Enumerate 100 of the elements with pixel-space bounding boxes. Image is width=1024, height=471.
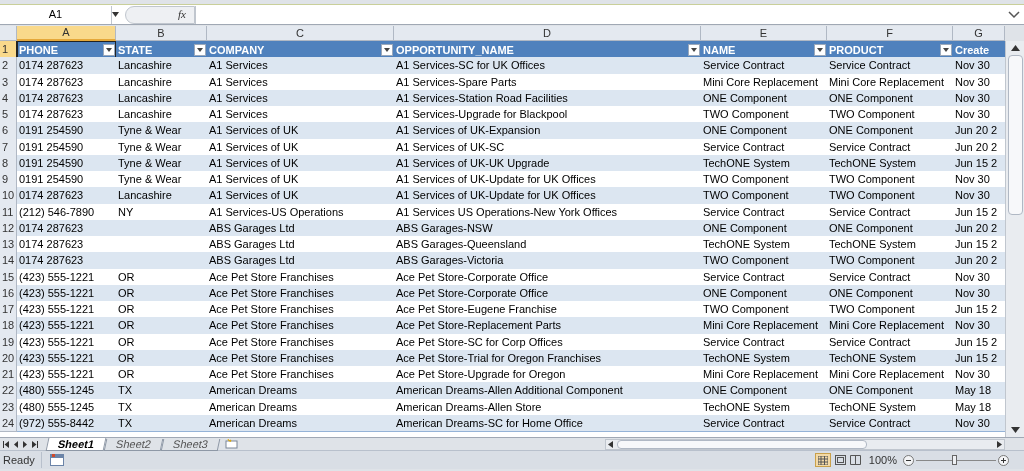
grid-icon bbox=[817, 455, 828, 465]
table-cell: May 18 bbox=[953, 382, 1005, 400]
zoom-level[interactable]: 100% bbox=[868, 451, 897, 469]
table-cell: Lancashire bbox=[116, 57, 207, 75]
table-cell: A1 Services-SC for UK Offices bbox=[394, 57, 701, 75]
scroll-left-icon[interactable] bbox=[608, 440, 613, 448]
table-cell: Nov 30 bbox=[953, 57, 1005, 75]
zoom-in-icon[interactable] bbox=[998, 454, 1009, 466]
row-header[interactable]: 14 bbox=[0, 252, 17, 270]
caret-icon bbox=[197, 47, 203, 52]
scroll-down-icon[interactable] bbox=[1010, 427, 1020, 433]
filter-dropdown-button[interactable] bbox=[940, 43, 952, 56]
row-header[interactable]: 10 bbox=[0, 187, 17, 205]
table-cell: 0174 287623 bbox=[17, 187, 116, 205]
filter-dropdown-button[interactable] bbox=[688, 43, 700, 56]
scroll-thumb[interactable] bbox=[1007, 55, 1023, 215]
table-cell: 0174 287623 bbox=[17, 57, 116, 75]
last-sheet-icon[interactable] bbox=[32, 440, 38, 448]
table-cell: ONE Component bbox=[827, 382, 953, 400]
next-sheet-icon[interactable] bbox=[23, 440, 27, 448]
table-cell: (423) 555-1221 bbox=[17, 317, 116, 335]
sheet-tab[interactable]: Sheet2 bbox=[103, 438, 164, 451]
zoom-slider-thumb[interactable] bbox=[952, 454, 958, 465]
scroll-up-icon[interactable] bbox=[1010, 45, 1020, 51]
row-header[interactable]: 6 bbox=[0, 122, 17, 140]
table-cell: Service Contract bbox=[827, 57, 953, 75]
column-title: OPPORTUNITY_NAME bbox=[396, 42, 514, 58]
table-cell: TWO Component bbox=[827, 252, 953, 270]
table-cell: TX bbox=[116, 382, 207, 400]
table-cell: OR bbox=[116, 317, 207, 335]
row-header[interactable]: 22 bbox=[0, 382, 17, 400]
filter-dropdown-button[interactable] bbox=[103, 43, 115, 56]
table-cell: 0191 254590 bbox=[17, 122, 116, 140]
sheet-tab[interactable]: Sheet1 bbox=[45, 437, 107, 451]
column-title: Create bbox=[955, 42, 990, 58]
caret-icon bbox=[691, 47, 697, 52]
column-header[interactable]: C bbox=[207, 26, 394, 41]
table-cell: A1 Services of UK bbox=[207, 122, 394, 140]
table-cell: ONE Component bbox=[827, 122, 953, 140]
table-cell: ONE Component bbox=[701, 122, 827, 140]
table-cell: Lancashire bbox=[116, 187, 207, 205]
previous-sheet-icon[interactable] bbox=[14, 440, 18, 448]
table-cell: (480) 555-1245 bbox=[17, 382, 116, 400]
table-cell: Nov 30 bbox=[953, 187, 1005, 205]
row-header[interactable]: 2 bbox=[0, 57, 17, 75]
table-cell: Jun 20 2 bbox=[953, 122, 1005, 140]
page-layout-icon[interactable] bbox=[834, 455, 846, 465]
column-title: NAME bbox=[703, 42, 736, 58]
table-cell: A1 Services bbox=[207, 57, 394, 75]
column-header[interactable]: B bbox=[116, 26, 207, 41]
table-cell: A1 Services of UK-Update for UK Offices bbox=[394, 187, 701, 205]
table-cell: ONE Component bbox=[701, 382, 827, 400]
status-text: Ready bbox=[3, 451, 42, 469]
table-cell: 0174 287623 bbox=[17, 252, 116, 270]
table-cell: ABS Garages Ltd bbox=[207, 252, 394, 270]
table-cell: Service Contract bbox=[701, 57, 827, 75]
page-break-icon[interactable] bbox=[849, 455, 861, 465]
table-cell: TWO Component bbox=[827, 187, 953, 205]
normal-view-button[interactable] bbox=[814, 453, 831, 467]
caret-icon bbox=[943, 47, 949, 52]
table-cell: American Dreams bbox=[207, 382, 394, 400]
column-header[interactable]: A bbox=[17, 26, 116, 41]
caret-icon bbox=[384, 47, 390, 52]
caret-icon bbox=[817, 47, 823, 52]
filter-dropdown-button[interactable] bbox=[814, 43, 826, 56]
column-header[interactable]: D bbox=[394, 26, 701, 41]
column-title: COMPANY bbox=[209, 42, 265, 58]
column-header[interactable]: F bbox=[827, 26, 953, 41]
scroll-right-icon[interactable] bbox=[997, 440, 1002, 448]
table-cell: Mini Core Replacement bbox=[827, 317, 953, 335]
table-cell: A1 Services of UK bbox=[207, 187, 394, 205]
zoom-out-icon[interactable] bbox=[903, 454, 914, 466]
filter-dropdown-button[interactable] bbox=[381, 43, 393, 56]
table-cell: Nov 30 bbox=[953, 317, 1005, 335]
dropdown-icon[interactable] bbox=[112, 12, 119, 17]
table-cell: Tyne & Wear bbox=[116, 122, 207, 140]
name-box[interactable]: A1 bbox=[0, 5, 112, 24]
row-header[interactable]: 18 bbox=[0, 317, 17, 335]
table-cell: TWO Component bbox=[701, 187, 827, 205]
horizontal-scrollbar[interactable] bbox=[605, 438, 1005, 450]
caret-icon bbox=[106, 47, 112, 52]
table-cell: Mini Core Replacement bbox=[701, 317, 827, 335]
column-header[interactable]: E bbox=[701, 26, 827, 41]
first-sheet-icon[interactable] bbox=[3, 440, 9, 448]
filter-dropdown-button[interactable] bbox=[194, 43, 206, 56]
table-cell: Jun 20 2 bbox=[953, 252, 1005, 270]
column-title: PRODUCT bbox=[829, 42, 884, 58]
column-title: PHONE bbox=[19, 42, 59, 58]
column-header[interactable]: G bbox=[953, 26, 1005, 41]
expand-icon[interactable] bbox=[1008, 10, 1020, 19]
vertical-scrollbar[interactable] bbox=[1005, 41, 1024, 437]
table-cell: A1 Services of UK-Expansion bbox=[394, 122, 701, 140]
macro-record-icon[interactable] bbox=[49, 454, 64, 466]
column-title: STATE bbox=[118, 42, 153, 58]
table-cell: Ace Pet Store-Replacement Parts bbox=[394, 317, 701, 335]
table-cell: TWO Component bbox=[701, 252, 827, 270]
sheet-tab[interactable]: Sheet3 bbox=[160, 438, 221, 451]
scroll-thumb[interactable] bbox=[617, 439, 867, 449]
insert-function-button[interactable]: fx bbox=[178, 6, 186, 23]
table-cell: ABS Garages-Victoria bbox=[394, 252, 701, 270]
